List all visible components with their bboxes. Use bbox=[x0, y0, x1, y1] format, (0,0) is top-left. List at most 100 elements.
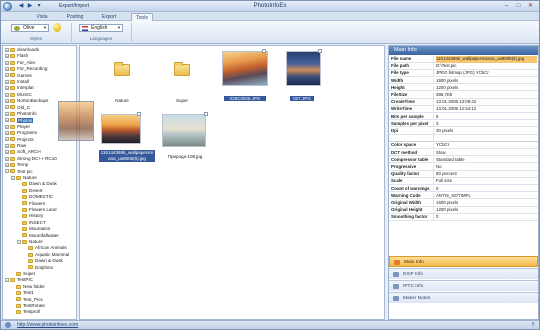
expand-icon[interactable]: + bbox=[5, 60, 9, 65]
collapse-icon[interactable]: − bbox=[5, 169, 9, 174]
lightbulb-icon[interactable] bbox=[53, 23, 61, 32]
info-tab-exif-info[interactable]: EXIF Info bbox=[389, 268, 538, 279]
expand-icon[interactable]: + bbox=[5, 105, 9, 110]
thumbnail-view[interactable]: Nature Super 025C0025.JPG 027.JPG 116144… bbox=[79, 45, 385, 320]
quick-access-menu-icon[interactable]: ▾ bbox=[35, 3, 43, 10]
info-tab-maker-notes[interactable]: Maker Notes bbox=[389, 292, 538, 303]
forward-icon[interactable]: ▶ bbox=[26, 3, 34, 10]
tree-item[interactable]: New folder bbox=[11, 284, 45, 289]
language-combo[interactable]: English ▼ bbox=[79, 24, 123, 32]
resize-grip-icon[interactable]: ⠿ bbox=[531, 322, 535, 328]
expand-icon[interactable]: + bbox=[5, 79, 9, 84]
thumb-folder-nature[interactable]: Nature bbox=[102, 56, 142, 106]
tree-item[interactable]: Dolphins bbox=[23, 265, 53, 270]
collapse-icon[interactable]: − bbox=[5, 278, 9, 283]
tree-item[interactable]: Flowers Land bbox=[17, 207, 57, 212]
tree-item[interactable]: Super bbox=[11, 271, 35, 276]
close-button[interactable]: ✕ bbox=[525, 2, 536, 10]
tree-item[interactable]: INSECT bbox=[17, 220, 46, 225]
export-import-label[interactable]: Export/Import bbox=[59, 3, 89, 9]
tree-item[interactable]: + Strong DC++ RC10 bbox=[5, 156, 57, 161]
tree-item[interactable]: Aquatic Mammal bbox=[23, 252, 69, 257]
tree-item[interactable]: Dawn & Dusk bbox=[23, 258, 63, 263]
select-checkbox[interactable] bbox=[137, 112, 141, 116]
expand-icon[interactable]: + bbox=[5, 54, 9, 59]
select-checkbox[interactable] bbox=[204, 112, 208, 116]
tree-item[interactable]: Mountains bbox=[17, 226, 50, 231]
info-tab-iptc-info[interactable]: IPTC Info bbox=[389, 280, 538, 291]
tab-export[interactable]: Export bbox=[97, 13, 121, 21]
minimize-button[interactable]: ‒ bbox=[501, 2, 512, 10]
tree-item-label: Programs bbox=[17, 130, 37, 136]
expand-icon[interactable]: + bbox=[5, 124, 9, 129]
tree-item[interactable]: − Nature bbox=[17, 239, 43, 244]
app-orb-icon[interactable] bbox=[3, 2, 12, 11]
tree-item[interactable]: TestRotate bbox=[11, 303, 45, 308]
expand-icon[interactable]: + bbox=[5, 137, 9, 142]
thumb-photo-025c[interactable]: 025C0025.JPG bbox=[220, 49, 272, 107]
thumb-photo-wallpaper[interactable]: 1161443695_wallpapersm ana_ua9005(6).jpg bbox=[99, 112, 157, 174]
tree-item[interactable]: Test_Pics bbox=[11, 297, 43, 302]
tree-item[interactable]: + MUSIC bbox=[5, 92, 32, 97]
expand-icon[interactable]: + bbox=[5, 98, 9, 103]
tree-item[interactable]: + Temp bbox=[5, 162, 28, 167]
tree-item[interactable]: + Player bbox=[5, 124, 30, 129]
tab-posting[interactable]: Posting bbox=[63, 13, 87, 21]
style-combo[interactable]: Olive ▼ bbox=[11, 24, 49, 32]
tree-item[interactable]: + Programs bbox=[5, 130, 37, 135]
website-link[interactable]: http://www.photoinfoex.com bbox=[17, 322, 78, 328]
tree-item[interactable]: + For_Alex bbox=[5, 60, 35, 65]
tab-vista[interactable]: Vista bbox=[31, 13, 53, 21]
info-tab-main-info[interactable]: Main Info bbox=[389, 256, 538, 267]
tree-item[interactable]: + Photos bbox=[5, 117, 34, 123]
collapse-icon[interactable]: − bbox=[17, 239, 21, 244]
tree-item[interactable]: + For_Recording bbox=[5, 66, 47, 71]
tree-item[interactable]: − TestPIC bbox=[5, 277, 33, 283]
tree-item[interactable]: Mountfallwater bbox=[17, 233, 59, 238]
tree-item[interactable]: + Games bbox=[5, 73, 32, 78]
maximize-button[interactable]: □ bbox=[513, 2, 524, 10]
tree-item[interactable]: − Nature bbox=[11, 175, 37, 180]
folder-tree[interactable]: + downloads + Flash + For_Alex + For_Recording +… bbox=[2, 45, 77, 320]
tree-item[interactable]: + Install bbox=[5, 79, 29, 84]
tree-item[interactable]: + Old_C bbox=[5, 105, 30, 110]
tree-item[interactable]: + Projects bbox=[5, 137, 34, 142]
tab-tools[interactable]: Tools bbox=[131, 13, 153, 21]
tree-item[interactable]: − Test pic bbox=[5, 169, 33, 174]
tree-item[interactable]: + Interplat bbox=[5, 85, 34, 91]
tree-item[interactable]: + Raw bbox=[5, 143, 26, 148]
expand-icon[interactable]: + bbox=[5, 156, 9, 161]
thumb-folder-super[interactable]: Super bbox=[162, 56, 202, 106]
tree-item[interactable]: + PhotoInfo bbox=[5, 111, 37, 116]
thumb-photo-027[interactable]: 027.JPG bbox=[284, 49, 328, 107]
expand-icon[interactable]: + bbox=[5, 86, 9, 91]
tree-item[interactable]: Testproll bbox=[11, 309, 40, 315]
expand-icon[interactable]: + bbox=[5, 130, 9, 135]
select-checkbox[interactable] bbox=[262, 49, 266, 53]
tree-item[interactable]: DOMESTIC bbox=[17, 194, 53, 199]
select-checkbox[interactable] bbox=[318, 49, 322, 53]
tree-item[interactable]: + Flash bbox=[5, 53, 28, 59]
expand-icon[interactable]: + bbox=[5, 66, 9, 71]
back-icon[interactable]: ◀ bbox=[17, 3, 25, 10]
expand-icon[interactable]: + bbox=[5, 47, 9, 52]
tree-item[interactable]: + downloads bbox=[5, 47, 39, 52]
tree-item[interactable]: History bbox=[17, 213, 43, 219]
collapse-icon[interactable]: − bbox=[11, 175, 15, 180]
thumb-photo-priroda[interactable]: Природа-108.jpg bbox=[160, 112, 212, 174]
expand-icon[interactable]: + bbox=[5, 162, 9, 167]
tree-item[interactable]: African Animals bbox=[23, 245, 67, 251]
expand-icon[interactable]: + bbox=[5, 150, 9, 155]
tree-item[interactable]: Desert bbox=[17, 188, 43, 193]
tree-item[interactable]: Flowers bbox=[17, 201, 45, 206]
folder-icon bbox=[10, 156, 15, 161]
tree-item[interactable]: + NortonBackups bbox=[5, 98, 48, 103]
expand-icon[interactable]: + bbox=[5, 118, 9, 123]
tree-item[interactable]: Dawn & Dusk bbox=[17, 181, 57, 187]
expand-icon[interactable]: + bbox=[5, 111, 9, 116]
expand-icon[interactable]: + bbox=[5, 143, 9, 148]
tree-item[interactable]: + Soft_ARCH bbox=[5, 149, 41, 155]
expand-icon[interactable]: + bbox=[5, 92, 9, 97]
expand-icon[interactable]: + bbox=[5, 73, 9, 78]
tree-item[interactable]: Test1 bbox=[11, 290, 34, 295]
